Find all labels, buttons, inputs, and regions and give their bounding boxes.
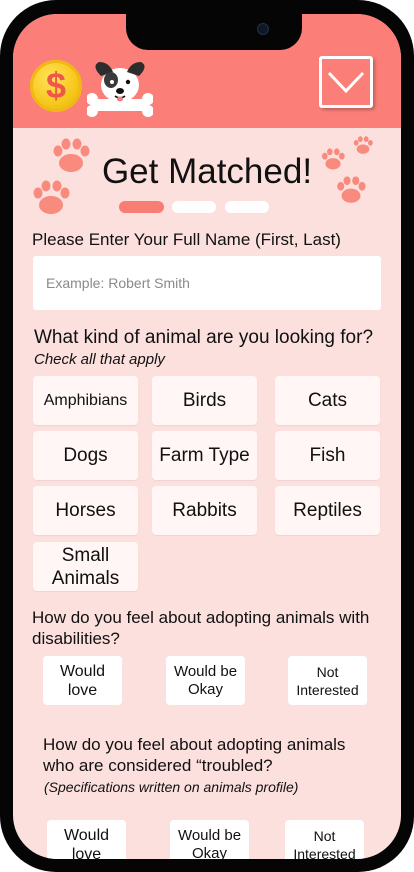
dropdown-menu-button[interactable] — [319, 56, 373, 108]
disability-option-would-be-okay[interactable]: Would be Okay — [166, 656, 245, 705]
troubled-question-label: How do you feel about adopting animals w… — [43, 735, 346, 775]
animal-question-label: What kind of animal are you looking for? — [34, 327, 374, 348]
troubled-question-hint: (Specifications written on animals profi… — [44, 779, 299, 795]
animal-question-hint: Check all that apply — [34, 351, 165, 368]
troubled-option-would-be-okay[interactable]: Would be Okay — [170, 820, 249, 859]
troubled-option-would-love[interactable]: Would love — [47, 820, 126, 859]
animal-option-farm-type[interactable]: Farm Type — [152, 431, 257, 480]
animal-option-dogs[interactable]: Dogs — [33, 431, 138, 480]
animal-option-rabbits[interactable]: Rabbits — [152, 486, 257, 535]
dollar-coin-icon[interactable]: $ — [30, 60, 82, 112]
progress-step-2 — [172, 201, 216, 213]
camera-icon — [257, 23, 269, 35]
disability-option-would-love[interactable]: Would love — [43, 656, 122, 705]
coin-symbol: $ — [45, 65, 67, 106]
app-screen: $ Get Matched! Please Enter Your Full Na… — [13, 14, 401, 859]
troubled-option-not-interested[interactable]: Not Interested — [285, 820, 364, 859]
phone-frame: $ Get Matched! Please Enter Your Full Na… — [0, 0, 414, 872]
animal-option-fish[interactable]: Fish — [275, 431, 380, 480]
disability-option-not-interested[interactable]: Not Interested — [288, 656, 367, 705]
animal-option-amphibians[interactable]: Amphibians — [33, 376, 138, 425]
full-name-input[interactable] — [33, 256, 381, 310]
animal-option-birds[interactable]: Birds — [152, 376, 257, 425]
name-field-label: Please Enter Your Full Name (First, Last… — [32, 230, 341, 249]
animal-option-horses[interactable]: Horses — [33, 486, 138, 535]
animal-option-reptiles[interactable]: Reptiles — [275, 486, 380, 535]
progress-step-1-active — [119, 201, 164, 213]
animal-option-cats[interactable]: Cats — [275, 376, 380, 425]
animal-option-small-animals[interactable]: Small Animals — [33, 542, 138, 591]
page-title: Get Matched! — [101, 152, 313, 191]
chevron-down-icon — [327, 71, 365, 94]
disability-question-label: How do you feel about adopting animals w… — [32, 608, 370, 648]
phone-notch — [126, 14, 302, 50]
progress-step-3 — [225, 201, 269, 213]
dog-logo-icon[interactable] — [87, 58, 153, 118]
